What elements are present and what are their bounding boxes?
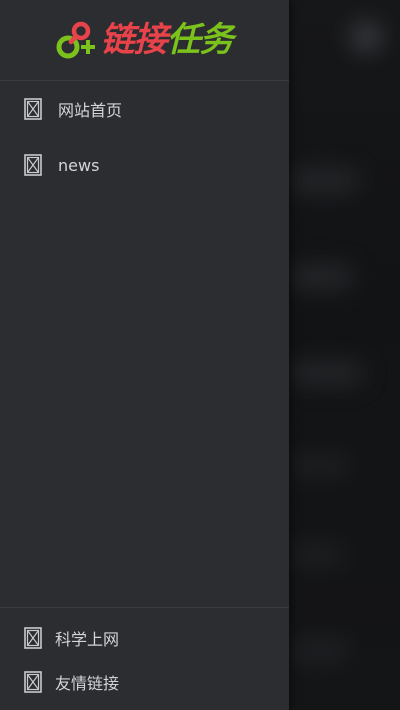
broken-image-icon xyxy=(24,98,42,120)
menu-item-friend-links[interactable]: 友情链接 xyxy=(0,660,289,704)
drawer-footer-menu: 科学上网 友情链接 xyxy=(0,607,289,710)
menu-item-vpn[interactable]: 科学上网 xyxy=(0,616,289,660)
blurred-content xyxy=(289,170,359,192)
side-drawer: 链 接 任 务 网站首页 news 科学上网 友情链接 xyxy=(0,0,289,710)
menu-item-news[interactable]: news xyxy=(0,137,289,193)
logo-char: 链 xyxy=(100,20,135,60)
blurred-content xyxy=(289,362,364,384)
menu-item-label: 友情链接 xyxy=(55,674,120,693)
blurred-content xyxy=(289,545,344,565)
menu-item-label: 科学上网 xyxy=(55,630,120,649)
blurred-content xyxy=(289,265,354,289)
blurred-content xyxy=(289,455,349,475)
app-screen: 链 接 任 务 网站首页 news 科学上网 友情链接 xyxy=(0,0,400,710)
logo-wordmark: 链 接 任 务 xyxy=(100,20,234,60)
logo-char: 任 xyxy=(166,20,201,60)
drawer-main-menu: 网站首页 news xyxy=(0,81,289,193)
logo-char: 务 xyxy=(199,20,234,60)
blurred-content xyxy=(289,640,349,662)
broken-image-icon xyxy=(24,627,42,649)
logo-mark-icon xyxy=(56,21,95,59)
blurred-avatar xyxy=(351,22,381,52)
broken-image-icon xyxy=(24,154,42,176)
site-logo[interactable]: 链 接 任 务 xyxy=(55,20,234,60)
dimmed-page-overlay[interactable] xyxy=(289,0,400,710)
menu-item-label: 网站首页 xyxy=(58,101,123,120)
menu-item-home[interactable]: 网站首页 xyxy=(0,81,289,137)
broken-image-icon xyxy=(24,671,42,693)
logo-char: 接 xyxy=(133,20,168,60)
drawer-header: 链 接 任 务 xyxy=(0,0,289,81)
menu-item-label: news xyxy=(58,155,100,175)
